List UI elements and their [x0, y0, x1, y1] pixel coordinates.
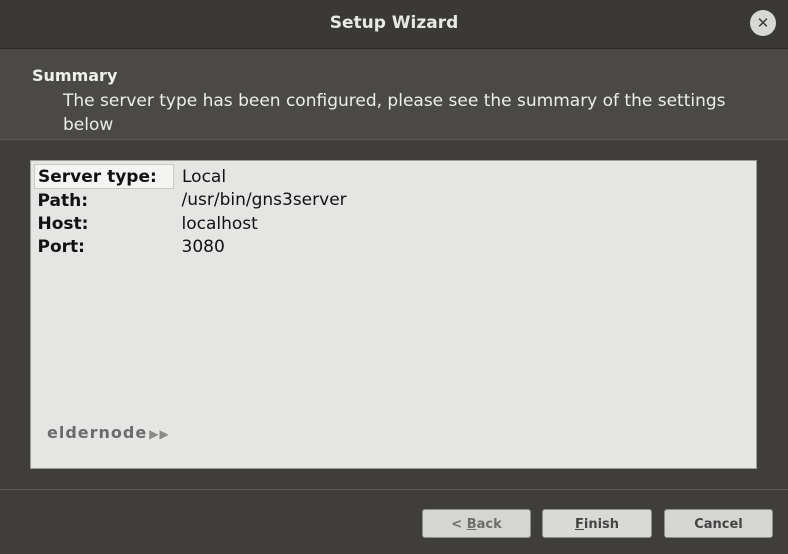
summary-value: /usr/bin/gns3server [181, 190, 347, 211]
cancel-button[interactable]: Cancel [664, 509, 773, 538]
close-icon[interactable]: ✕ [750, 10, 776, 36]
finish-mnemonic: F [574, 517, 584, 532]
page-description: The server type has been configured, ple… [63, 91, 726, 135]
back-rest: ack [476, 517, 502, 532]
watermark-text: eldernode [47, 423, 148, 442]
summary-value: localhost [181, 213, 258, 234]
back-button[interactable]: < Back [422, 509, 531, 538]
setup-wizard-window: Setup Wizard ✕ Summary The server type h… [0, 0, 788, 554]
summary-panel: Server type: Local Path: /usr/bin/gns3se… [30, 160, 757, 469]
summary-key: Server type: [34, 164, 174, 189]
finish-rest: inish [583, 517, 620, 532]
summary-table: Server type: Local Path: /usr/bin/gns3se… [34, 164, 350, 258]
summary-value: Local [182, 166, 227, 187]
button-separator [0, 489, 788, 490]
window-title: Setup Wizard [329, 13, 459, 33]
summary-key: Host: [37, 213, 89, 234]
page-title: Summary [32, 66, 118, 85]
summary-row-host: Host: localhost [35, 212, 350, 235]
back-prefix: < [451, 517, 467, 532]
summary-row-path: Path: /usr/bin/gns3server [35, 189, 350, 213]
watermark-arrows-icon: ▶▶ [149, 427, 170, 441]
wizard-header: Summary The server type has been configu… [0, 49, 788, 140]
summary-value: 3080 [181, 236, 225, 257]
finish-button[interactable]: Finish [542, 509, 652, 538]
summary-key: Path: [37, 190, 89, 211]
title-bar[interactable]: Setup Wizard ✕ [0, 0, 788, 49]
summary-row-server-type: Server type: Local [34, 164, 350, 189]
summary-key: Port: [37, 236, 85, 257]
eldernode-watermark: eldernode ▶▶ [47, 423, 170, 442]
back-mnemonic: B [466, 517, 477, 532]
summary-row-port: Port: 3080 [35, 235, 350, 258]
